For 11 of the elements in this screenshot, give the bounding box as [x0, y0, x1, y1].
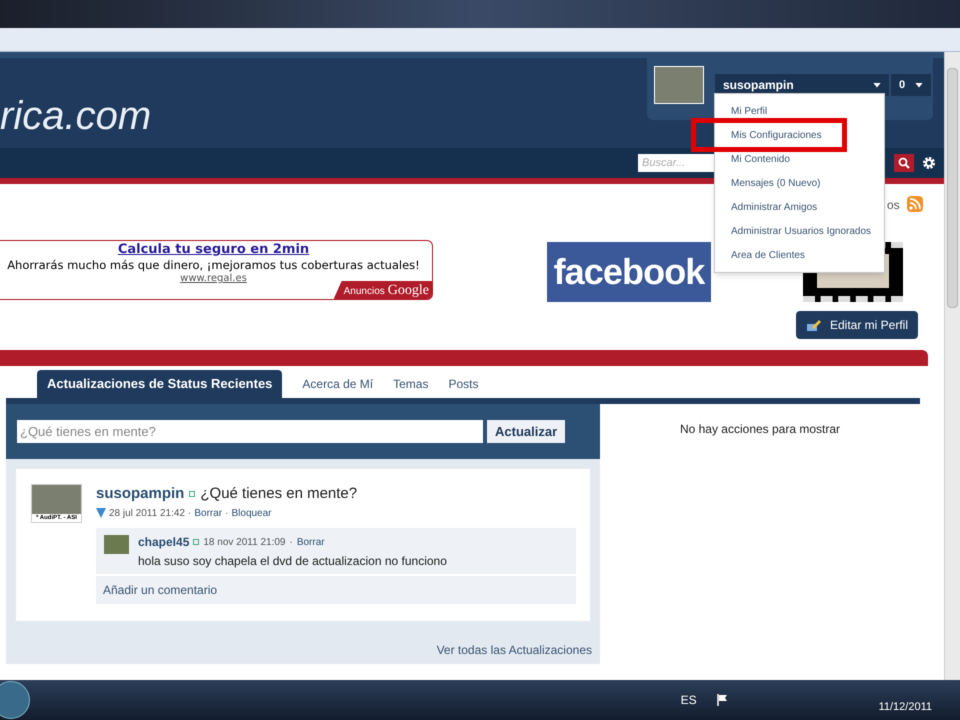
comment-text: hola suso soy chapela el dvd de actualizacion no funciono	[138, 553, 447, 570]
empty-activity-message: No hay acciones para mostrar	[680, 421, 840, 435]
separator-dot: ·	[225, 506, 228, 520]
rss-label: os	[887, 197, 900, 214]
separator-dot: ·	[188, 506, 192, 520]
comment-date: 18 nov 2011 21:09	[203, 536, 286, 550]
site-logo-text: rica.com	[0, 96, 152, 136]
status-text: ¿Qué tienes en mente?	[200, 484, 358, 504]
post-date: 28 jul 2011 21:42	[109, 506, 185, 520]
ad-text: Ahorrarás mucho más que dinero, ¡mejoramos tus coberturas actuales!	[7, 258, 420, 272]
separator-dot: ·	[289, 536, 293, 550]
